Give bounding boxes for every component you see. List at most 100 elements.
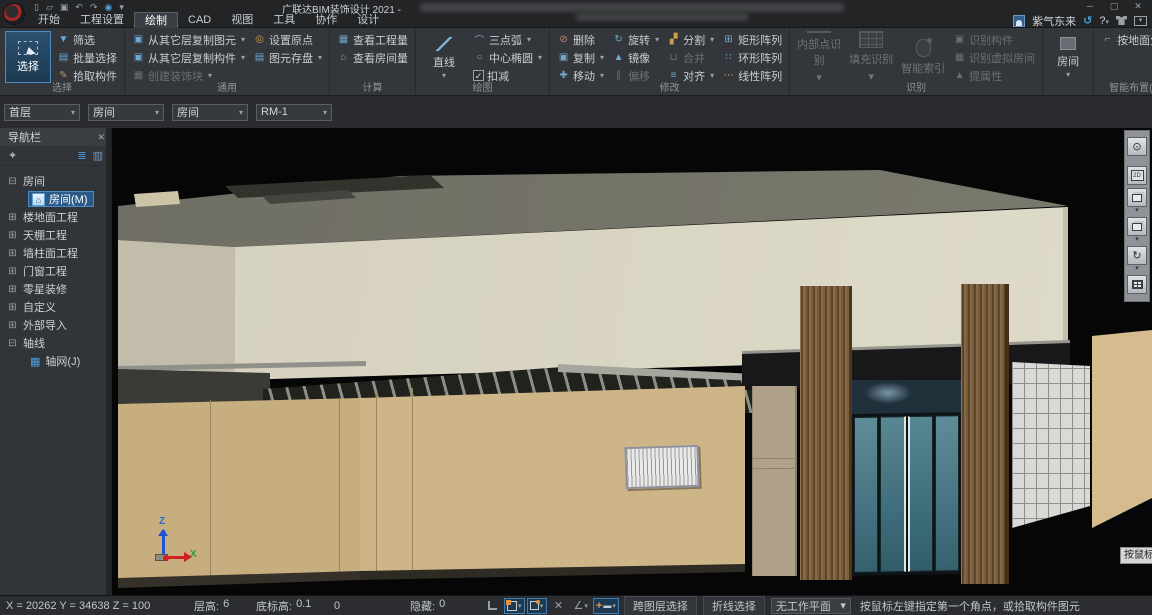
view-iso-button[interactable] <box>1127 217 1147 236</box>
polar-tracking-toggle[interactable]: ∠▾ <box>571 598 591 614</box>
user-name[interactable]: 紫气东来 <box>1032 13 1076 29</box>
expand-icon[interactable]: ⊞ <box>7 248 18 259</box>
filter-button[interactable]: ▼筛选 <box>55 31 119 48</box>
orbit-button[interactable]: ⊙ <box>1127 137 1147 156</box>
sync-icon[interactable]: ↺ <box>1083 14 1092 27</box>
expand-icon[interactable]: ⊞ <box>7 302 18 313</box>
category-select[interactable]: 房间▾ <box>88 104 164 121</box>
offset-button[interactable]: ∥偏移 <box>610 67 661 84</box>
open-folder-icon[interactable]: ▱ <box>46 2 53 13</box>
minimize-icon[interactable]: ─ <box>1078 0 1102 12</box>
center-ellipse-button[interactable]: ○中心椭圆 <box>471 49 544 66</box>
tab-collaborate[interactable]: 协作 <box>305 12 347 28</box>
view-room-quantity-button[interactable]: ⌂查看房间量 <box>335 49 410 66</box>
cross-layer-select-button[interactable]: 跨图层选择 <box>624 596 697 615</box>
save-icon[interactable]: ▣ <box>60 2 69 13</box>
tab-cad[interactable]: CAD <box>178 12 221 28</box>
sidebar-close-icon[interactable]: ✕ <box>97 132 105 143</box>
sidebar-item-misc-decoration[interactable]: ⊞零星装修 <box>0 280 111 298</box>
chevron-down-icon[interactable]: ▾ <box>1135 265 1139 272</box>
collapse-icon[interactable]: ⊟ <box>7 176 18 187</box>
save-element-button[interactable]: ▤图元存盘 <box>251 49 324 66</box>
align-button[interactable]: ≡对齐 <box>665 67 716 84</box>
help-icon[interactable]: ?▾ <box>1099 15 1109 27</box>
pick-component-button[interactable]: ✎拾取构件 <box>55 67 119 84</box>
tab-draw[interactable]: 绘制 <box>134 12 178 28</box>
theme-icon[interactable] <box>1116 16 1127 25</box>
copy-from-other-layer-element-button[interactable]: ▣从其它层复制图元 <box>130 31 247 48</box>
sidebar-item-axis[interactable]: ⊟轴线 <box>0 334 111 352</box>
sidebar-item-room-m[interactable]: ⌂房间(M) <box>0 190 111 208</box>
expand-icon[interactable]: ⊞ <box>7 284 18 295</box>
sidebar-item-room-group[interactable]: ⊟房间 <box>0 172 111 190</box>
tab-design[interactable]: 设计 <box>347 12 389 28</box>
copy-from-other-layer-component-button[interactable]: ▣从其它层复制构件 <box>130 49 247 66</box>
sidebar-item-door-window-works[interactable]: ⊞门窗工程 <box>0 262 111 280</box>
merge-button[interactable]: ⊔合并 <box>665 49 716 66</box>
cloud-icon[interactable]: ◉ <box>104 2 112 13</box>
undo-icon[interactable]: ↶ <box>75 2 83 13</box>
expand-icon[interactable]: ⊞ <box>7 320 18 331</box>
expand-icon[interactable]: ⊞ <box>7 266 18 277</box>
sidebar-item-wall-column-works[interactable]: ⊞墙柱面工程 <box>0 244 111 262</box>
sidebar-splitter[interactable] <box>106 128 111 595</box>
tab-tools[interactable]: 工具 <box>263 12 305 28</box>
panel-view-icon[interactable]: ▥ <box>93 149 103 162</box>
view-2d-button[interactable]: 2D <box>1127 166 1147 185</box>
locate-icon[interactable]: ✦ <box>8 149 17 162</box>
fill-recognize-button[interactable]: 填充识别 ▾ <box>847 31 895 83</box>
batch-select-button[interactable]: ▤批量选择 <box>55 49 119 66</box>
smart-index-button[interactable]: 智能索引 <box>899 31 947 83</box>
line-tool-button[interactable]: 直线 ▾ <box>421 31 467 83</box>
floor-select[interactable]: 首层▾ <box>4 104 80 121</box>
sidebar-item-ceiling-works[interactable]: ⊞天棚工程 <box>0 226 111 244</box>
three-point-arc-button[interactable]: ⌒三点弧 <box>471 31 544 48</box>
maximize-icon[interactable]: ▢ <box>1102 0 1126 12</box>
view-3d-button[interactable] <box>1127 188 1147 207</box>
snap-toggle[interactable]: ▾ <box>504 598 525 614</box>
element-select[interactable]: RM-1▾ <box>256 104 332 121</box>
room-button[interactable]: 房间 ▾ <box>1048 31 1088 83</box>
crosshair-toggle[interactable]: ✕ <box>549 598 569 614</box>
set-origin-button[interactable]: ◎设置原点 <box>251 31 324 48</box>
tab-project-settings[interactable]: 工程设置 <box>70 12 134 28</box>
type-select[interactable]: 房间▾ <box>172 104 248 121</box>
copy-button[interactable]: ▣复制 <box>555 49 606 66</box>
close-icon[interactable]: ✕ <box>1126 0 1150 12</box>
user-avatar[interactable] <box>1013 15 1025 27</box>
erase-button[interactable]: ⊘删除 <box>555 31 606 48</box>
move-button[interactable]: ✚移动 <box>555 67 606 84</box>
tab-start[interactable]: 开始 <box>28 12 70 28</box>
refresh-view-button[interactable]: ↻ <box>1127 246 1147 265</box>
create-deco-block-button[interactable]: ▦创建装饰块 <box>130 67 247 84</box>
collapse-ribbon-icon[interactable]: ▾ <box>1134 16 1147 26</box>
line-array-button[interactable]: ⋯线性阵列 <box>720 67 784 84</box>
view-quantity-button[interactable]: ▦查看工程量 <box>335 31 410 48</box>
expand-icon[interactable]: ⊞ <box>7 212 18 223</box>
new-file-icon[interactable]: ▯ <box>34 2 39 13</box>
generate-by-floor-button[interactable]: ⌐按地面生成 <box>1099 31 1152 48</box>
collapse-icon[interactable]: ⊟ <box>7 338 18 349</box>
recognize-virtual-room-button[interactable]: ▦识别虚拟房间 <box>951 49 1037 66</box>
sidebar-item-external-import[interactable]: ⊞外部导入 <box>0 316 111 334</box>
ring-array-button[interactable]: ∷环形阵列 <box>720 49 784 66</box>
app-logo-icon[interactable] <box>3 3 25 25</box>
table-view-button[interactable] <box>1127 275 1147 294</box>
customize-toolbar-icon[interactable]: ▾ <box>119 2 124 13</box>
sidebar-item-floor-works[interactable]: ⊞楼地面工程 <box>0 208 111 226</box>
list-view-icon[interactable]: ≣ <box>77 149 86 162</box>
object-snap-3d-toggle[interactable]: ▾ <box>527 598 547 614</box>
deduction-checkbox[interactable]: ✓扣减 <box>471 67 544 84</box>
recognize-component-button[interactable]: ▣识别构件 <box>951 31 1037 48</box>
rect-array-button[interactable]: ⊞矩形阵列 <box>720 31 784 48</box>
sidebar-item-custom[interactable]: ⊞自定义 <box>0 298 111 316</box>
workplane-select[interactable]: 无工作平面▾ <box>771 598 851 614</box>
select-tool-button[interactable]: 选择 <box>5 31 51 83</box>
expand-icon[interactable]: ⊞ <box>7 230 18 241</box>
dynamic-input-toggle[interactable]: +▬▾ <box>593 598 619 614</box>
chevron-down-icon[interactable]: ▾ <box>1135 236 1139 243</box>
tab-view[interactable]: 视图 <box>221 12 263 28</box>
polyline-select-button[interactable]: 折线选择 <box>703 596 765 615</box>
rotate-button[interactable]: ↻旋转 <box>610 31 661 48</box>
sidebar-item-axis-grid[interactable]: ▦轴网(J) <box>0 352 111 370</box>
